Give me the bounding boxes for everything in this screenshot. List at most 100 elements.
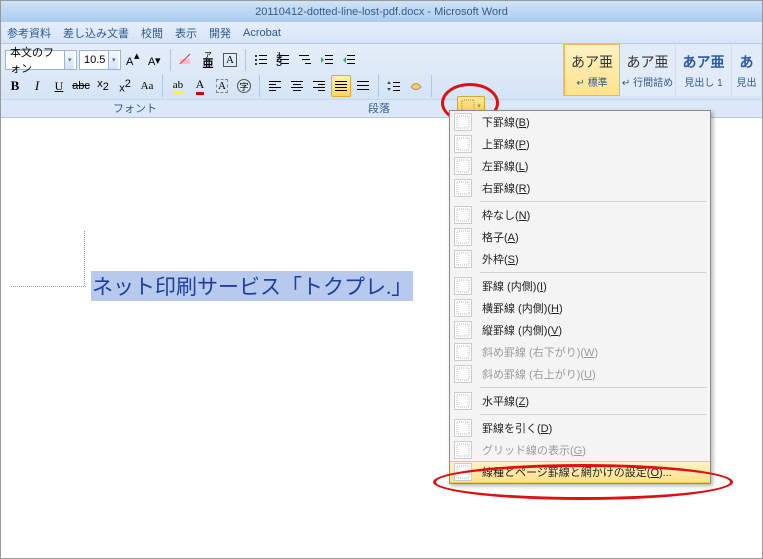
menu-item[interactable]: 開発 [209, 25, 231, 41]
font-color-button[interactable]: A [190, 75, 210, 97]
superscript-button[interactable]: x2 [115, 75, 135, 97]
border-type-icon [454, 113, 472, 131]
menu-separator [480, 387, 706, 388]
border-type-icon [454, 228, 472, 246]
borders-menu-item[interactable]: 上罫線(P) [450, 133, 710, 155]
align-justify-button[interactable] [331, 75, 351, 97]
borders-menu-item[interactable]: 罫線を引く(D) [450, 417, 710, 439]
phonetic-guide-button[interactable]: ア亜 [198, 49, 218, 71]
chevron-down-icon: ▾ [477, 102, 481, 110]
grow-font-button[interactable]: A▴ [123, 49, 143, 71]
shading-button[interactable] [406, 75, 426, 97]
title-bar: 20110412-dotted-line-lost-pdf.docx - Mic… [1, 1, 762, 22]
border-type-icon [454, 299, 472, 317]
char-shading-button[interactable]: A [212, 75, 232, 97]
border-type-icon [454, 463, 472, 481]
menu-item-label: 水平線(Z) [482, 393, 704, 409]
border-type-icon [454, 365, 472, 383]
bullets-button[interactable] [251, 49, 271, 71]
style-no-spacing[interactable]: あア亜↵ 行間詰め [620, 44, 676, 96]
menu-item-label: 罫線を引く(D) [482, 420, 704, 436]
distribute-button[interactable] [353, 75, 373, 97]
chevron-down-icon[interactable]: ▾ [108, 51, 118, 69]
chevron-down-icon[interactable]: ▾ [64, 51, 74, 69]
ribbon: 本文のフォン▾ 10.5▾ A▴ A▾ ア亜 A 123 B I U abc x… [1, 44, 762, 118]
menu-item-label: 外枠(S) [482, 251, 704, 267]
underline-button[interactable]: U [49, 75, 69, 97]
strikethrough-button[interactable]: abc [71, 75, 91, 97]
borders-menu-item[interactable]: 横罫線 (内側)(H) [450, 297, 710, 319]
style-normal[interactable]: あア亜↵ 標準 [564, 44, 620, 96]
borders-dropdown: 下罫線(B) 上罫線(P) 左罫線(L) 右罫線(R) 枠なし(N) 格子(A) 外枠(S)… [449, 110, 711, 484]
borders-menu-item: 斜め罫線 (右上がり)(U) [450, 363, 710, 385]
style-heading-more[interactable]: あ見出 [732, 44, 762, 96]
menu-item-label: 横罫線 (内側)(H) [482, 300, 704, 316]
align-center-button[interactable] [287, 75, 307, 97]
numbering-button[interactable]: 123 [273, 49, 293, 71]
borders-menu-item[interactable]: 線種とページ罫線と網かけの設定(O)... [450, 461, 710, 483]
svg-text:3: 3 [276, 57, 282, 68]
borders-menu-item[interactable]: 縦罫線 (内側)(V) [450, 319, 710, 341]
menu-item-label: 斜め罫線 (右上がり)(U) [482, 366, 704, 382]
borders-menu-item[interactable]: 左罫線(L) [450, 155, 710, 177]
cursor-guide-h [11, 286, 86, 287]
border-type-icon [454, 250, 472, 268]
border-type-icon [454, 419, 472, 437]
menu-item[interactable]: 差し込み文書 [63, 25, 129, 41]
svg-text:▾: ▾ [155, 55, 161, 67]
menu-item-label: 左罫線(L) [482, 158, 704, 174]
borders-menu-item[interactable]: 右罫線(R) [450, 177, 710, 199]
menu-item[interactable]: 表示 [175, 25, 197, 41]
menu-item-label: 線種とページ罫線と網かけの設定(O)... [482, 464, 704, 480]
enclose-char-button[interactable]: 字 [234, 75, 254, 97]
shrink-font-button[interactable]: A▾ [145, 49, 165, 71]
align-right-button[interactable] [309, 75, 329, 97]
menu-item[interactable]: 校閲 [141, 25, 163, 41]
border-type-icon [454, 321, 472, 339]
borders-menu-item: グリッド線の表示(G) [450, 439, 710, 461]
menu-item-label: 斜め罫線 (右下がり)(W) [482, 344, 704, 360]
font-size-combo[interactable]: 10.5▾ [79, 50, 121, 70]
change-case-button[interactable]: Aa [137, 75, 157, 97]
svg-text:A: A [126, 56, 134, 68]
bold-button[interactable]: B [5, 75, 25, 97]
border-type-icon [454, 343, 472, 361]
subscript-button[interactable]: x2 [93, 75, 113, 97]
line-spacing-button[interactable] [384, 75, 404, 97]
menu-separator [480, 201, 706, 202]
menu-item-label: 上罫線(P) [482, 136, 704, 152]
font-name-combo[interactable]: 本文のフォン▾ [5, 50, 77, 70]
italic-button[interactable]: I [27, 75, 47, 97]
align-left-button[interactable] [265, 75, 285, 97]
clear-formatting-button[interactable] [176, 49, 196, 71]
menu-item-label: 枠なし(N) [482, 207, 704, 223]
borders-menu-item[interactable]: 格子(A) [450, 226, 710, 248]
borders-menu-item[interactable]: 枠なし(N) [450, 204, 710, 226]
menu-item-label: グリッド線の表示(G) [482, 442, 704, 458]
style-heading1[interactable]: あア亜見出し 1 [676, 44, 732, 96]
character-border-button[interactable]: A [220, 49, 240, 71]
increase-indent-button[interactable] [339, 49, 359, 71]
menu-separator [480, 414, 706, 415]
border-type-icon [454, 135, 472, 153]
multilevel-list-button[interactable] [295, 49, 315, 71]
selected-text[interactable]: ネット印刷サービス「トクプレ.」 [91, 271, 413, 301]
borders-menu-item[interactable]: 外枠(S) [450, 248, 710, 270]
menu-item-label: 罫線 (内側)(I) [482, 278, 704, 294]
font-group-label: フォント [1, 100, 269, 117]
window-title: 20110412-dotted-line-lost-pdf.docx - Mic… [255, 6, 508, 18]
borders-menu-item[interactable]: 水平線(Z) [450, 390, 710, 412]
menu-item[interactable]: Acrobat [243, 27, 281, 39]
decrease-indent-button[interactable] [317, 49, 337, 71]
border-type-icon [454, 277, 472, 295]
cursor-guide-v [84, 231, 85, 286]
menu-item[interactable]: 参考資料 [7, 25, 51, 41]
highlight-button[interactable]: ab [168, 75, 188, 97]
menu-item-label: 格子(A) [482, 229, 704, 245]
borders-menu-item[interactable]: 下罫線(B) [450, 111, 710, 133]
border-type-icon [454, 157, 472, 175]
menu-bar: 参考資料 差し込み文書 校閲 表示 開発 Acrobat [1, 22, 762, 44]
font-name-value: 本文のフォン [10, 44, 61, 76]
menu-item-label: 下罫線(B) [482, 114, 704, 130]
borders-menu-item[interactable]: 罫線 (内側)(I) [450, 275, 710, 297]
